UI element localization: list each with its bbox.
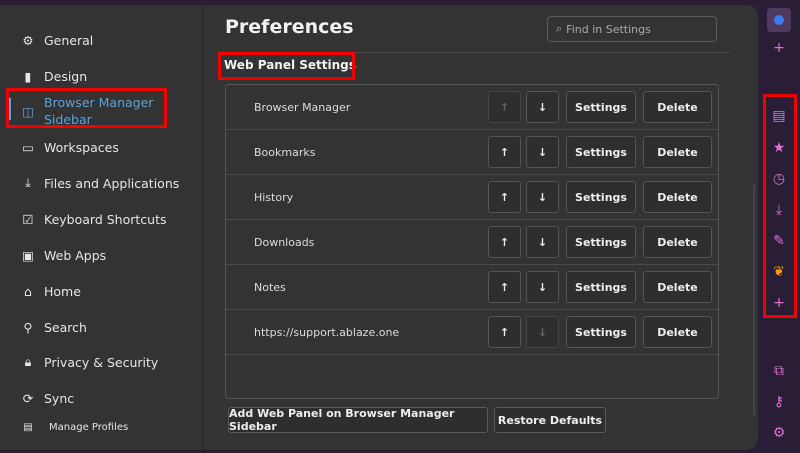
move-up-button[interactable]: ↑	[488, 226, 521, 258]
table-row: Bookmarks ↑ ↓ Settings Delete	[226, 130, 718, 175]
move-down-button[interactable]: ↓	[526, 226, 559, 258]
monitor-icon: ▣	[22, 247, 34, 263]
sidebar-item-label: Home	[44, 283, 81, 299]
delete-button[interactable]: Delete	[643, 136, 712, 168]
settings-button[interactable]: Settings	[566, 136, 636, 168]
sidebar-item-design[interactable]: ▮ Design	[18, 66, 88, 86]
page-title: Preferences	[225, 16, 354, 38]
highlight-box	[218, 52, 355, 80]
sidebar-item-general[interactable]: ⚙ General	[18, 30, 93, 50]
panel-name: Bookmarks	[254, 145, 316, 159]
sidebar-item-files-and-applications[interactable]: ⤓ Files and Applications	[18, 173, 179, 193]
delete-button[interactable]: Delete	[643, 316, 712, 348]
move-up-button[interactable]: ↑	[488, 136, 521, 168]
sidebar-item-home[interactable]: ⌂ Home	[18, 281, 81, 301]
manage-profiles-link[interactable]: ▤ Manage Profiles	[18, 417, 128, 437]
highlight-box	[6, 88, 167, 128]
sidebar-item-label: Web Apps	[44, 247, 107, 263]
move-up-button[interactable]: ↑	[488, 181, 521, 213]
table-row: https://support.ablaze.one ↑ ↓ Settings …	[226, 310, 718, 355]
sidebar-item-privacy-security[interactable]: 🔒︎ Privacy & Security	[18, 352, 159, 372]
download-icon: ⤓	[25, 175, 31, 190]
settings-button[interactable]: Settings	[566, 226, 636, 258]
search-placeholder: Find in Settings	[566, 22, 651, 36]
settings-sidebar: ⚙ General ▮ Design ◫ Browser Manager Sidebar ▭…	[0, 5, 204, 450]
web-panel-list: Browser Manager ↑ ↓ Settings Delete Bookm…	[225, 84, 719, 399]
key-icon[interactable]: ⚷	[769, 392, 789, 412]
sidebar-item-label: Design	[44, 68, 88, 84]
add-web-panel-button[interactable]: Add Web Panel on Browser Manager Sidebar	[228, 407, 488, 433]
table-row: Browser Manager ↑ ↓ Settings Delete	[226, 85, 718, 130]
browser-sidebar: + ▤ ★ ◷ ⤓ ✎ ❦ + ⧉ ⚷ ⚙	[758, 0, 800, 453]
highlight-box	[763, 94, 797, 318]
sidebar-item-label: Privacy & Security	[44, 354, 159, 370]
sync-icon: ⟳	[22, 390, 34, 406]
lock-icon: 🔒︎	[24, 354, 32, 369]
panel-name: https://support.ablaze.one	[254, 325, 400, 339]
panel-name: Browser Manager	[254, 100, 351, 114]
sidebar-item-keyboard-shortcuts[interactable]: ☑ Keyboard Shortcuts	[18, 209, 167, 229]
extensions-icon[interactable]: ⧉	[769, 361, 789, 381]
settings-button[interactable]: Settings	[566, 91, 636, 123]
sidebar-item-label: General	[44, 32, 94, 48]
settings-gear-icon[interactable]: ⚙	[769, 423, 789, 443]
sidebar-item-web-apps[interactable]: ▣ Web Apps	[18, 245, 106, 265]
delete-button[interactable]: Delete	[643, 91, 712, 123]
delete-button[interactable]: Delete	[643, 181, 712, 213]
sidebar-item-label: Workspaces	[44, 139, 119, 155]
sidebar-item-search[interactable]: ⚲ Search	[18, 317, 87, 337]
home-icon: ⌂	[24, 283, 32, 299]
move-up-button[interactable]: ↑	[488, 316, 521, 348]
search-icon: ⚲	[23, 319, 33, 335]
panel-name: History	[254, 190, 294, 204]
settings-button[interactable]: Settings	[566, 181, 636, 213]
move-down-button[interactable]: ↓	[526, 136, 559, 168]
settings-button[interactable]: Settings	[566, 271, 636, 303]
scrollbar[interactable]	[753, 185, 755, 415]
settings-button[interactable]: Settings	[566, 316, 636, 348]
delete-button[interactable]: Delete	[643, 271, 712, 303]
manage-profiles-label: Manage Profiles	[49, 421, 129, 433]
sidebar-item-sync[interactable]: ⟳ Sync	[18, 388, 74, 408]
window-icon: ▭	[22, 139, 34, 155]
table-row: Downloads ↑ ↓ Settings Delete	[226, 220, 718, 265]
search-icon: ⌕	[556, 22, 563, 35]
table-row: Notes ↑ ↓ Settings Delete	[226, 265, 718, 310]
move-down-button[interactable]: ↓	[526, 316, 559, 348]
move-down-button[interactable]: ↓	[526, 271, 559, 303]
search-input[interactable]: ⌕ Find in Settings	[547, 16, 717, 42]
move-down-button[interactable]: ↓	[526, 181, 559, 213]
add-icon[interactable]: +	[769, 38, 789, 58]
restore-defaults-button[interactable]: Restore Defaults	[494, 407, 606, 433]
checkbox-icon: ☑	[22, 211, 34, 227]
sidebar-item-label: Keyboard Shortcuts	[44, 211, 167, 227]
paintbrush-icon: ▮	[24, 68, 32, 84]
browser-manager-icon[interactable]	[767, 8, 791, 32]
move-down-button[interactable]: ↓	[526, 91, 559, 123]
sidebar-item-label: Files and Applications	[44, 175, 180, 191]
move-up-button[interactable]: ↑	[488, 91, 521, 123]
move-up-button[interactable]: ↑	[488, 271, 521, 303]
sidebar-item-label: Sync	[44, 390, 75, 406]
panel-name: Downloads	[254, 235, 315, 249]
table-row: History ↑ ↓ Settings Delete	[226, 175, 718, 220]
profiles-icon: ▤	[23, 421, 33, 433]
delete-button[interactable]: Delete	[643, 226, 712, 258]
sidebar-item-workspaces[interactable]: ▭ Workspaces	[18, 137, 119, 157]
sidebar-item-label: Search	[44, 319, 87, 335]
gear-icon: ⚙	[22, 32, 34, 48]
panel-name: Notes	[254, 280, 286, 294]
